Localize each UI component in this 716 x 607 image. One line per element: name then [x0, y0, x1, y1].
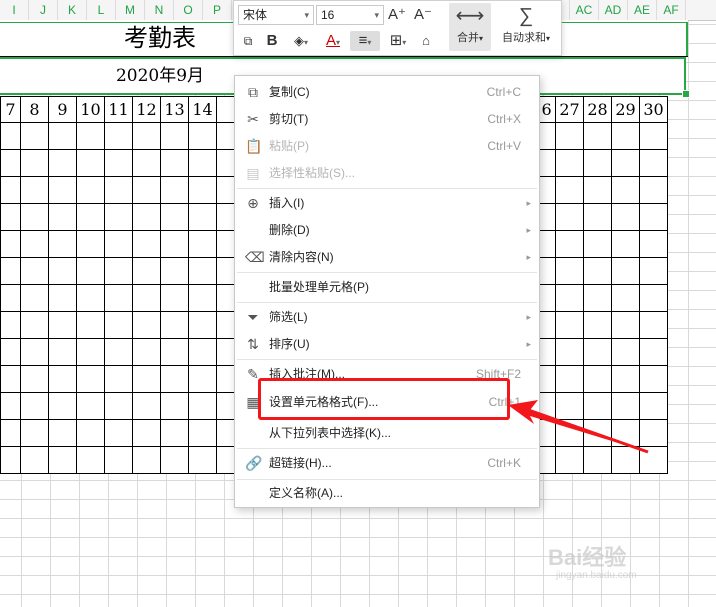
arrow-shaft [519, 405, 649, 454]
watermark-url: jingyan.baidu.com [556, 570, 637, 581]
annotation-arrow [508, 400, 649, 454]
watermark-logo: Bai经验 [548, 545, 627, 570]
